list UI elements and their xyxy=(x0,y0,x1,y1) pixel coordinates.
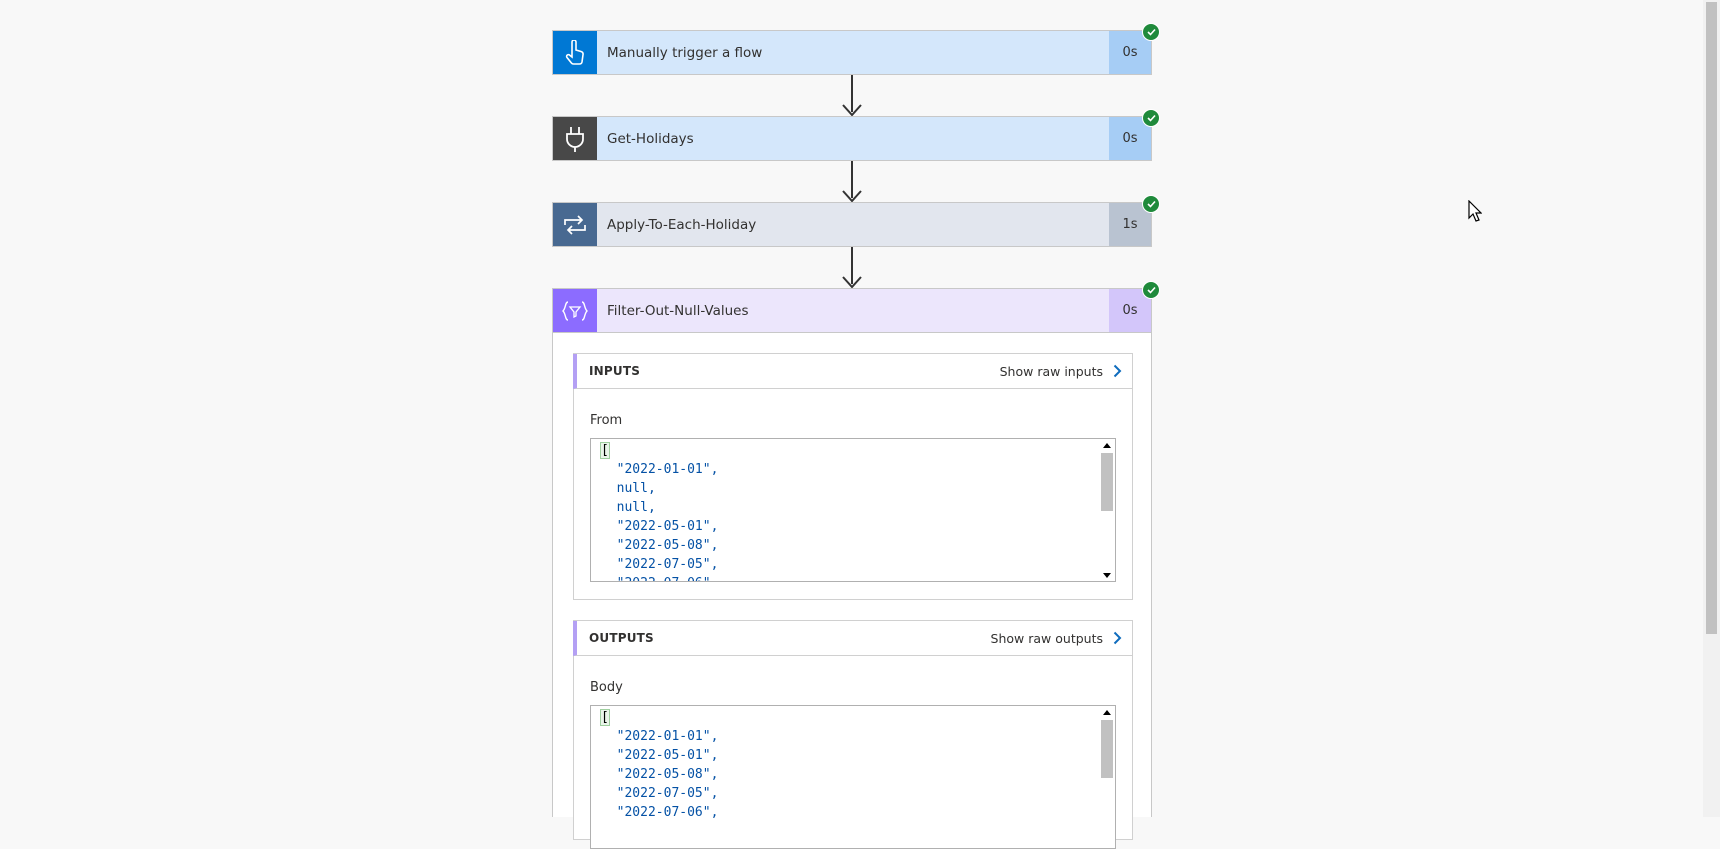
success-check-icon xyxy=(1142,109,1160,127)
code-line: "2022-05-08", xyxy=(601,767,719,782)
from-code-viewer[interactable]: [ "2022-01-01", null, null, "2022-05-01"… xyxy=(590,438,1116,582)
chevron-right-icon xyxy=(1113,364,1122,378)
loop-icon xyxy=(553,203,597,246)
success-check-icon xyxy=(1142,23,1160,41)
flow-run-canvas: Manually trigger a flow 0s Get-Holidays … xyxy=(0,0,1720,849)
code-line: null, xyxy=(601,481,656,496)
code-line: "2022-05-08", xyxy=(601,538,719,553)
body-code-viewer[interactable]: [ "2022-01-01", "2022-05-01", "2022-05-0… xyxy=(590,705,1116,849)
code-line: "2022-07-05", xyxy=(601,557,719,572)
page-scroll-thumb[interactable] xyxy=(1706,2,1717,634)
step-manually-trigger[interactable]: Manually trigger a flow 0s xyxy=(552,23,1160,75)
step-label: Get-Holidays xyxy=(597,117,1109,160)
success-check-icon xyxy=(1142,281,1160,299)
step-get-holidays[interactable]: Get-Holidays 0s xyxy=(552,109,1160,161)
step-filter-out-null-values[interactable]: Filter-Out-Null-Values 0s xyxy=(552,281,1160,333)
outputs-section: OUTPUTS Show raw outputs Body [ "2022-01… xyxy=(573,620,1133,849)
hand-touch-icon xyxy=(553,31,597,74)
code-line: "2022-07-05", xyxy=(601,786,719,801)
success-check-icon xyxy=(1142,195,1160,213)
code-line: "2022-01-01", xyxy=(601,729,719,744)
code-line: "2022-07-06", xyxy=(601,574,719,581)
code-line: [ xyxy=(600,442,610,459)
step-label: Apply-To-Each-Holiday xyxy=(597,203,1109,246)
step-label: Manually trigger a flow xyxy=(597,31,1109,74)
from-code-lines: [ "2022-01-01", null, null, "2022-05-01"… xyxy=(600,441,719,581)
scroll-thumb[interactable] xyxy=(1101,453,1113,511)
code-line: "2022-05-01", xyxy=(601,519,719,534)
arrow-down-icon xyxy=(842,190,862,202)
code-line: null, xyxy=(601,500,656,515)
arrow-down-icon xyxy=(842,104,862,116)
show-raw-inputs-link[interactable]: Show raw inputs xyxy=(1000,364,1122,379)
body-code-lines: [ "2022-01-01", "2022-05-01", "2022-05-0… xyxy=(600,708,719,822)
scroll-up-icon[interactable] xyxy=(1099,439,1115,451)
filter-braces-icon xyxy=(553,289,597,332)
scroll-down-icon[interactable] xyxy=(1099,569,1115,581)
code-scrollbar[interactable] xyxy=(1099,439,1115,581)
chevron-right-icon xyxy=(1113,631,1122,645)
code-line: "2022-01-01", xyxy=(601,462,719,477)
page-scrollbar[interactable] xyxy=(1703,0,1720,817)
inputs-header: INPUTS Show raw inputs xyxy=(573,354,1132,389)
arrow-down-icon xyxy=(842,276,862,288)
show-raw-outputs-label: Show raw outputs xyxy=(990,630,1103,646)
step-label: Filter-Out-Null-Values xyxy=(597,289,1109,332)
show-raw-outputs-link[interactable]: Show raw outputs xyxy=(991,631,1122,646)
code-line: [ xyxy=(600,709,610,726)
outputs-title: OUTPUTS xyxy=(589,631,654,645)
inputs-title: INPUTS xyxy=(589,364,641,378)
inputs-section: INPUTS Show raw inputs From [ "2022-01-0… xyxy=(573,353,1133,600)
body-label: Body xyxy=(590,680,623,695)
code-line: "2022-05-01", xyxy=(601,748,719,763)
show-raw-inputs-label: Show raw inputs xyxy=(999,363,1103,379)
code-line: "2022-07-06", xyxy=(601,805,719,820)
outputs-header: OUTPUTS Show raw outputs xyxy=(573,621,1132,656)
plug-icon xyxy=(553,117,597,160)
step-details-panel: INPUTS Show raw inputs From [ "2022-01-0… xyxy=(552,333,1152,849)
code-scrollbar[interactable] xyxy=(1099,706,1115,848)
scroll-up-icon[interactable] xyxy=(1099,706,1115,718)
step-apply-to-each-holiday[interactable]: Apply-To-Each-Holiday 1s xyxy=(552,195,1160,247)
from-label: From xyxy=(590,413,623,428)
mouse-cursor-icon xyxy=(1468,200,1482,222)
scroll-thumb[interactable] xyxy=(1101,720,1113,778)
